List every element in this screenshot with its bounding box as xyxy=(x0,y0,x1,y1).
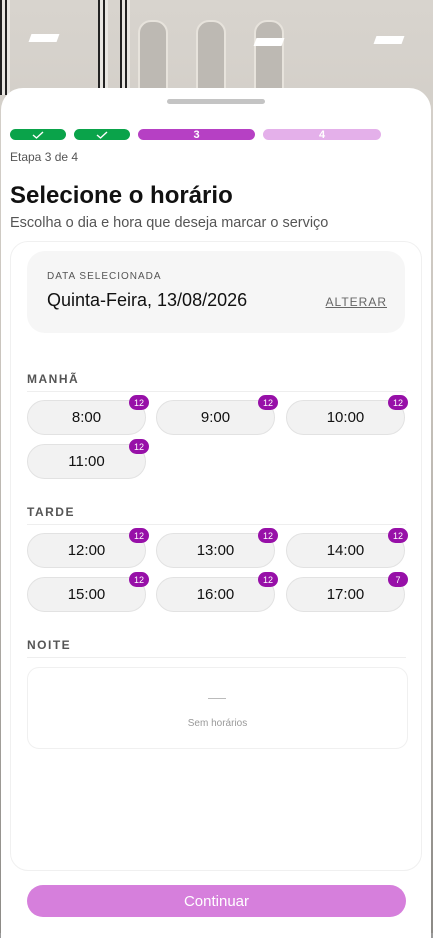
slot-time: 16:00 xyxy=(196,586,235,603)
step-4: 4 xyxy=(263,128,381,141)
slot-count-badge: 12 xyxy=(388,528,408,543)
continue-button[interactable]: Continuar xyxy=(27,885,406,917)
step-number: 3 xyxy=(193,128,200,141)
slot-count-badge: 12 xyxy=(258,528,278,543)
divider xyxy=(27,391,406,392)
time-slot[interactable]: 12:00 12 xyxy=(27,528,149,568)
time-slot[interactable]: 9:00 12 xyxy=(156,395,278,435)
slot-time: 15:00 xyxy=(67,586,106,603)
background-lamp xyxy=(253,38,285,46)
slot-time: 17:00 xyxy=(326,586,365,603)
slot-time: 12:00 xyxy=(67,542,106,559)
period-title-morning: MANHÃ xyxy=(27,372,80,386)
slot-time: 13:00 xyxy=(196,542,235,559)
step-3: 3 xyxy=(138,128,255,141)
selected-date-box: DATA SELECIONADA Quinta-Feira, 13/08/202… xyxy=(27,251,405,333)
slot-time: 10:00 xyxy=(326,409,365,426)
dash-icon xyxy=(208,698,226,699)
background-stripe xyxy=(120,0,130,95)
time-slot[interactable]: 8:00 12 xyxy=(27,395,149,435)
slot-count-badge: 12 xyxy=(129,572,149,587)
step-2 xyxy=(74,129,130,140)
slot-count-badge: 12 xyxy=(129,528,149,543)
time-slot[interactable]: 15:00 12 xyxy=(27,572,149,612)
time-slot[interactable]: 17:00 7 xyxy=(286,572,408,612)
slot-count-badge: 12 xyxy=(258,395,278,410)
step-1 xyxy=(10,129,66,140)
time-slot[interactable]: 13:00 12 xyxy=(156,528,278,568)
time-slot[interactable]: 14:00 12 xyxy=(286,528,408,568)
page-title: Selecione o horário xyxy=(10,182,233,209)
empty-slots-box: Sem horários xyxy=(27,667,408,749)
background-stripe xyxy=(98,0,108,95)
period-title-night: NOITE xyxy=(27,638,72,652)
time-slot[interactable]: 11:00 12 xyxy=(27,439,149,479)
slot-count-badge: 12 xyxy=(129,395,149,410)
slot-time: 14:00 xyxy=(326,542,365,559)
slot-time: 9:00 xyxy=(200,409,231,426)
slot-count-badge: 12 xyxy=(129,439,149,454)
slot-count-badge: 12 xyxy=(388,395,408,410)
background-lamp xyxy=(28,34,60,42)
period-title-afternoon: TARDE xyxy=(27,505,75,519)
sheet-drag-handle[interactable] xyxy=(167,99,265,104)
step-number: 4 xyxy=(318,128,326,141)
bottom-sheet: 3 4 Etapa 3 de 4 Selecione o horário Esc… xyxy=(1,88,431,938)
date-caption: DATA SELECIONADA xyxy=(47,271,162,282)
time-slot[interactable]: 16:00 12 xyxy=(156,572,278,612)
check-icon xyxy=(32,130,44,139)
slot-count-badge: 7 xyxy=(388,572,408,587)
slot-time: 8:00 xyxy=(71,409,102,426)
background-lamp xyxy=(373,36,405,44)
empty-slots-text: Sem horários xyxy=(187,718,248,729)
page-subtitle: Escolha o dia e hora que deseja marcar o… xyxy=(10,215,329,231)
step-label: Etapa 3 de 4 xyxy=(10,150,79,164)
step-progress: 3 4 xyxy=(10,128,381,141)
background-stripe xyxy=(0,0,10,95)
change-date-link[interactable]: ALTERAR xyxy=(326,295,387,309)
time-slot[interactable]: 10:00 12 xyxy=(286,395,408,435)
slot-count-badge: 12 xyxy=(258,572,278,587)
divider xyxy=(27,657,406,658)
slot-time: 11:00 xyxy=(68,453,105,470)
divider xyxy=(27,524,406,525)
date-value: Quinta-Feira, 13/08/2026 xyxy=(47,290,248,310)
check-icon xyxy=(96,130,108,139)
schedule-card: DATA SELECIONADA Quinta-Feira, 13/08/202… xyxy=(10,241,422,871)
